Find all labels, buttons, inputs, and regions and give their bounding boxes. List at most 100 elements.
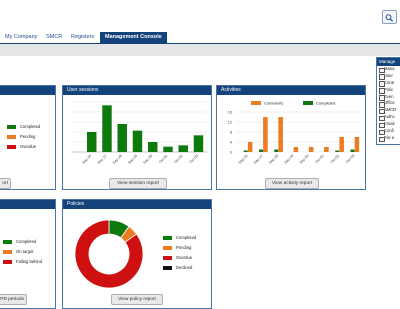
legend-swatch — [163, 236, 172, 240]
bar-comments — [308, 147, 314, 152]
view-report-button[interactable]: ort — [0, 178, 11, 189]
bar — [148, 142, 158, 152]
sidebar-item[interactable]: Office — [377, 100, 400, 108]
search-icon — [385, 14, 394, 22]
x-tick-label: Oct 01 — [315, 154, 325, 164]
user-sessions-panel: User sessions Sep 26 Sep 27 Sep 28 Sep 29 Se… — [62, 85, 212, 190]
legend-label: Completed — [16, 239, 37, 244]
bar-comments — [339, 137, 344, 152]
bar-comments — [247, 142, 253, 152]
sidebar-item[interactable]: Contr — [377, 80, 400, 87]
tab-registers[interactable]: Registers — [71, 32, 94, 43]
legend-swatch — [3, 240, 12, 244]
legend-label: Completed — [176, 235, 197, 240]
policies-title: Policies — [63, 200, 211, 209]
legend-swatch — [163, 266, 172, 270]
legend-swatch — [3, 250, 12, 254]
legend-swatch — [251, 101, 261, 105]
panel-header — [0, 86, 55, 95]
bar — [193, 135, 204, 152]
activities-panel: Activities 0 4 8 12 16 Comments Completed Sep 2… — [216, 85, 366, 190]
activities-chart: 0 4 8 12 16 Comments Completed Sep 26 Sep 27 Sep … — [228, 101, 361, 165]
sidebar-item-label: Office — [384, 100, 395, 106]
bar-completed — [274, 149, 279, 152]
sidebar-item-label: Contr — [384, 79, 395, 85]
bar — [178, 145, 188, 152]
bar-completed — [258, 149, 263, 152]
sidebar-title: Manage — [377, 58, 400, 66]
sidebar-item[interactable]: File e — [377, 135, 400, 142]
legend-label: Comments — [264, 101, 283, 106]
sidebar-item[interactable]: Even — [377, 94, 400, 101]
sidebar-item[interactable]: Confi — [377, 128, 400, 136]
sidebar-item[interactable]: User — [377, 73, 400, 80]
sidebar-item-label: User — [384, 72, 393, 78]
sidebar-list: Mana User Contr Polic Even Office SMCR Authc Ema… — [377, 66, 400, 142]
x-tick-label: Sep 28 — [112, 154, 123, 165]
sidebar-item-label: Email — [384, 121, 395, 127]
x-tick-label: Oct 02 — [173, 154, 183, 164]
legend-label: Pending — [176, 245, 192, 250]
user-sessions-title: User sessions — [63, 86, 211, 95]
x-tick-label: Sep 28 — [268, 154, 279, 165]
bar — [132, 130, 143, 152]
policies-panel: Policies Completed Pending Overdue Decli… — [62, 199, 212, 309]
legend-swatch — [163, 256, 172, 260]
legend-swatch — [163, 246, 172, 250]
bar-comments — [263, 117, 268, 152]
sidebar-item-label: Authc — [384, 114, 395, 120]
y-tick-label: 8 — [230, 130, 232, 134]
bar-completed — [335, 150, 340, 152]
bar-completed — [350, 149, 355, 152]
x-tick-label: Sep 27 — [253, 154, 264, 165]
tab-management-console[interactable]: Management Console — [100, 32, 167, 43]
legend-label: On target — [16, 249, 34, 254]
document-icon — [379, 136, 385, 142]
sidebar-item[interactable]: Mana — [377, 66, 400, 74]
legend-swatch — [7, 125, 16, 129]
search-button[interactable] — [382, 10, 397, 24]
legend-swatch — [7, 135, 16, 139]
x-tick-label: Sep 30 — [299, 154, 310, 165]
bar-completed — [243, 150, 248, 152]
legend-label: Declined — [176, 265, 193, 270]
bar-comments — [324, 147, 329, 152]
tab-my-company[interactable]: My Company — [5, 32, 37, 43]
x-tick-label: Oct 01 — [158, 154, 168, 164]
sidebar-item[interactable]: Authc — [377, 114, 400, 122]
legend-label: Completed — [20, 124, 41, 129]
sidebar-item-label: File e — [384, 134, 395, 140]
x-tick-label: Oct 03 — [345, 154, 355, 164]
cpd-panel: Completed On target Falling behind us CP… — [0, 199, 56, 309]
legend-label: Pending — [20, 134, 36, 139]
x-tick-label: Sep 26 — [81, 154, 92, 165]
user-sessions-chart: Sep 26 Sep 27 Sep 28 Sep 29 Sep 30 Oct 01 Oct … — [71, 101, 207, 165]
legend-label: Falling behind — [16, 259, 43, 264]
y-tick-label: 0 — [230, 150, 232, 154]
management-sidebar: Manage Mana User Contr Polic Even Office SMCR A… — [376, 57, 400, 145]
x-tick-label: Sep 29 — [283, 154, 294, 165]
sidebar-item[interactable]: SMCR — [377, 107, 400, 115]
y-tick-label: 16 — [228, 110, 232, 114]
sidebar-item-label: Even — [384, 93, 394, 99]
sidebar-item-label: Confi — [384, 128, 394, 134]
policies-chart — [74, 219, 144, 289]
top-bar — [0, 0, 400, 32]
y-tick-label: 12 — [228, 120, 232, 124]
x-tick-label: Sep 26 — [238, 154, 249, 165]
main-nav: My Company SMCR Registers Management Con… — [0, 32, 400, 43]
legend-label: Completed — [316, 101, 335, 106]
bar-comments — [278, 117, 283, 152]
view-activity-report-button[interactable]: View activity report — [265, 178, 319, 189]
legend-label: Overdue — [20, 144, 37, 149]
sidebar-item[interactable]: Email — [377, 121, 400, 129]
legend-swatch — [303, 101, 313, 105]
legend-swatch — [7, 145, 16, 149]
tab-smcr[interactable]: SMCR — [46, 32, 62, 43]
panel-header — [0, 200, 55, 209]
legend-label: Overdue — [176, 255, 193, 260]
view-session-report-button[interactable]: View session report — [109, 178, 167, 189]
sidebar-item[interactable]: Polic — [377, 87, 400, 94]
sidebar-item-label: Mana — [384, 66, 395, 71]
x-tick-label: Sep 30 — [142, 154, 153, 165]
